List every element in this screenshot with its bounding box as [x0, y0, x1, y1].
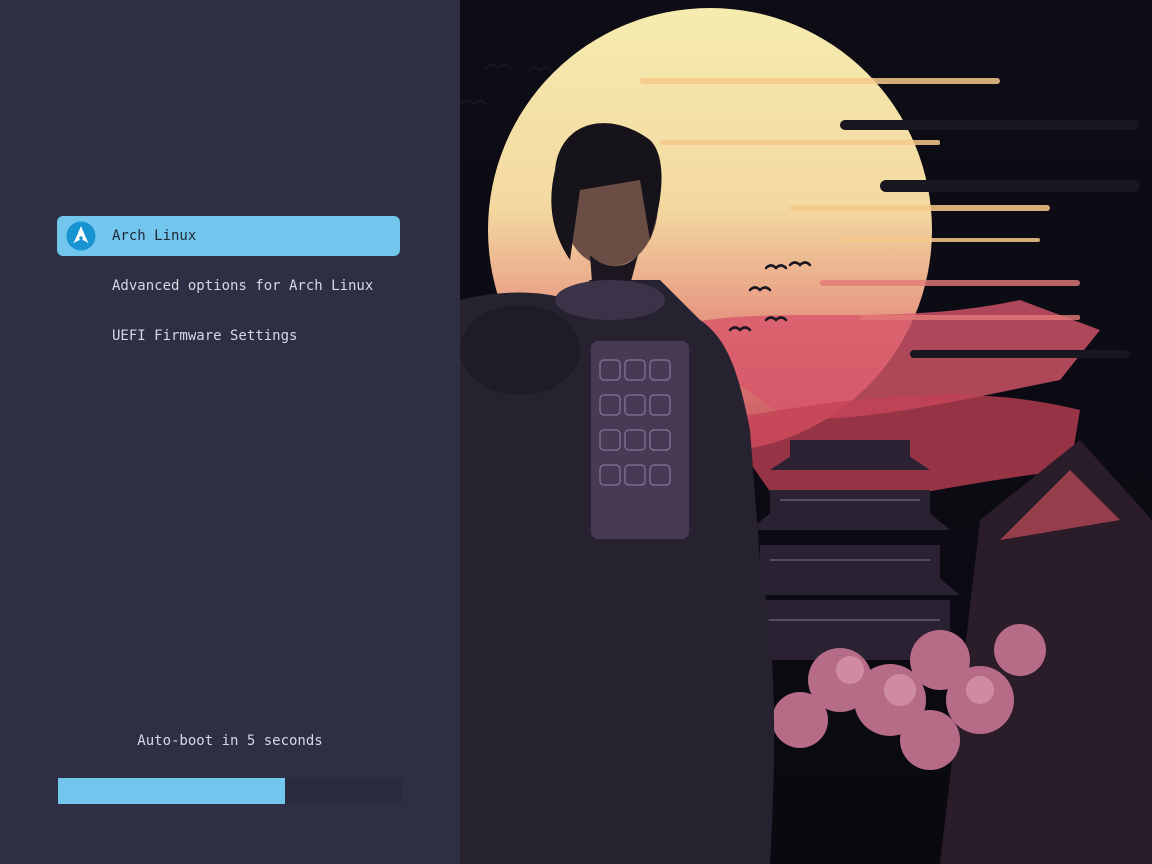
menu-item-label: Advanced options for Arch Linux [112, 278, 374, 294]
menu-item-label: UEFI Firmware Settings [112, 328, 298, 344]
boot-menu-panel: Arch Linux Advanced options for Arch Lin… [0, 0, 460, 864]
arch-linux-icon [66, 221, 96, 251]
autoboot-countdown-text: Auto-boot in 5 seconds [137, 733, 323, 749]
autoboot-progress-bar [58, 778, 402, 804]
menu-item-uefi-firmware-settings[interactable]: UEFI Firmware Settings [57, 316, 400, 356]
menu-item-label: Arch Linux [112, 228, 197, 244]
menu-item-arch-linux[interactable]: Arch Linux [57, 216, 400, 256]
samurai-wallpaper [460, 0, 1152, 864]
menu-item-advanced-options[interactable]: Advanced options for Arch Linux [57, 266, 400, 306]
autoboot-progress-fill [58, 778, 286, 804]
